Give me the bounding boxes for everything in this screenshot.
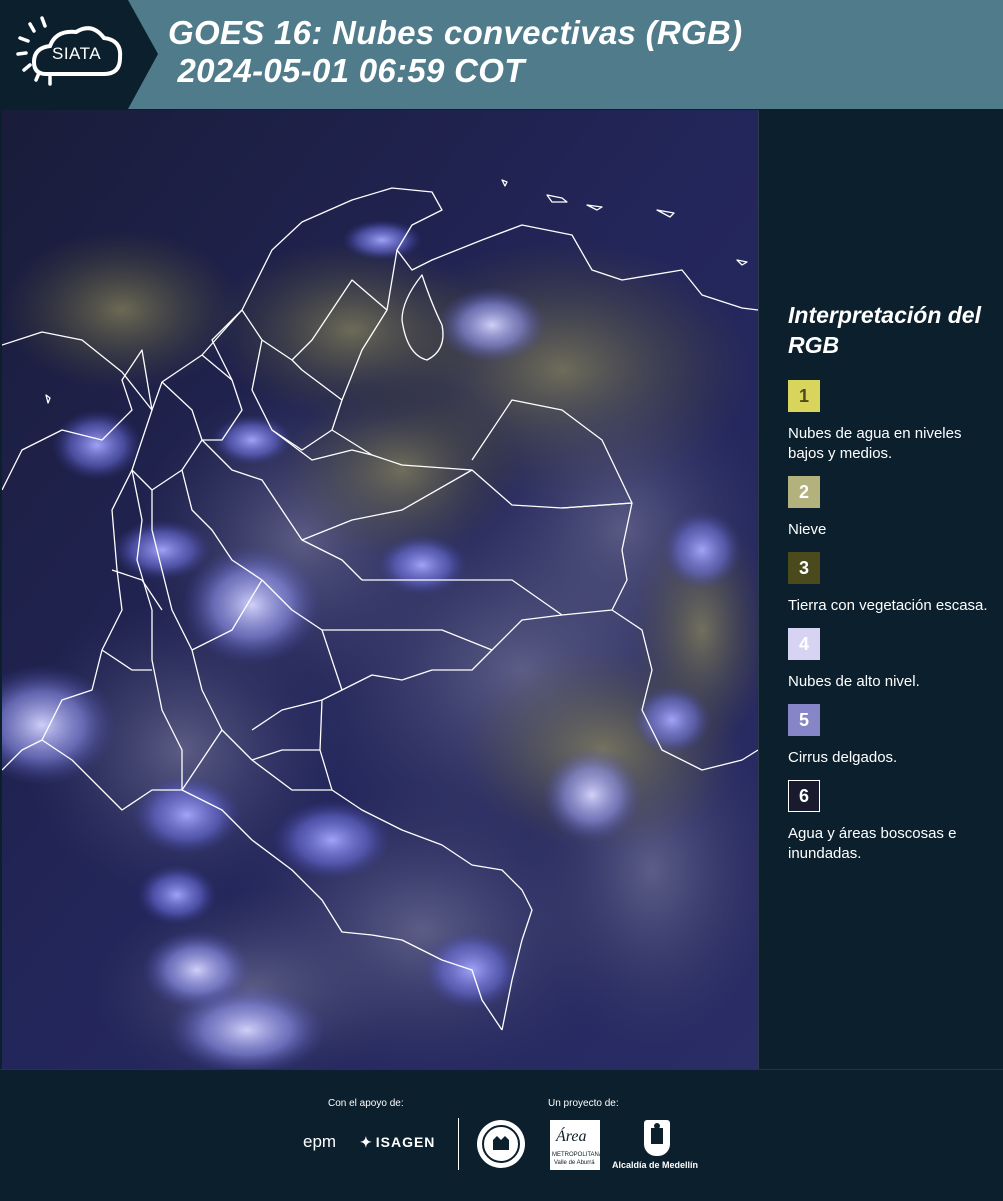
siata-logo[interactable]: SIATA: [0, 0, 158, 109]
legend-label: Agua y áreas boscosas e inundadas.: [788, 825, 957, 862]
cloud-cover: [2, 230, 758, 1069]
project-caption: Un proyecto de:: [548, 1098, 619, 1109]
alcaldia-shield-icon[interactable]: [644, 1120, 670, 1156]
page-title: GOES 16: Nubes convectivas (RGB) 2024-05…: [168, 14, 742, 90]
isagen-logo[interactable]: ✦ ISAGEN: [360, 1134, 435, 1151]
legend-label: Nubes de alto nivel.: [788, 673, 920, 690]
area-logo-sub: METROPOLITANA: [552, 1152, 603, 1158]
header-bar: SIATA GOES 16: Nubes convectivas (RGB) 2…: [0, 0, 1003, 109]
legend-item: 2 Nieve: [788, 476, 993, 540]
legend-swatch: 6: [788, 780, 820, 812]
rgb-legend: Interpretación del RGB 1 Nubes de agua e…: [788, 300, 993, 876]
satellite-map[interactable]: [2, 110, 759, 1069]
footer: Con el apoyo de: Un proyecto de: epm ✦ IS…: [0, 1069, 1003, 1201]
isagen-star-icon: ✦: [360, 1134, 373, 1150]
legend-item: 6 Agua y áreas boscosas e inundadas.: [788, 780, 993, 864]
legend-item: 3 Tierra con vegetación escasa.: [788, 552, 993, 616]
support-caption: Con el apoyo de:: [328, 1098, 404, 1109]
area-logo-sub2: Valle de Aburrá: [554, 1160, 595, 1166]
epm-logo-text: epm: [303, 1132, 337, 1151]
epm-logo[interactable]: epm: [303, 1132, 336, 1152]
legend-label: Cirrus delgados.: [788, 749, 898, 766]
legend-item: 4 Nubes de alto nivel.: [788, 628, 993, 692]
legend-label: Tierra con vegetación escasa.: [788, 597, 988, 614]
legend-item: 5 Cirrus delgados.: [788, 704, 993, 768]
legend-item: 1 Nubes de agua en niveles bajos y medio…: [788, 380, 993, 464]
legend-swatch: 4: [788, 628, 820, 660]
legend-swatch: 5: [788, 704, 820, 736]
legend-label: Nieve: [788, 521, 827, 538]
footer-divider: [458, 1118, 459, 1170]
legend-label: Nubes de agua en niveles bajos y medios.: [788, 425, 962, 462]
logo-text: SIATA: [52, 44, 102, 63]
title-line-2: 2024-05-01 06:59 COT: [168, 52, 525, 89]
legend-swatch: 1: [788, 380, 820, 412]
area-logo-title: Área: [556, 1128, 587, 1145]
title-line-1: GOES 16: Nubes convectivas (RGB): [168, 14, 743, 51]
legend-swatch: 2: [788, 476, 820, 508]
medellin-seal-icon[interactable]: [477, 1120, 525, 1168]
isagen-logo-text: ISAGEN: [375, 1134, 436, 1150]
legend-items: 1 Nubes de agua en niveles bajos y medio…: [788, 380, 993, 864]
legend-title: Interpretación del RGB: [788, 302, 981, 358]
area-metropolitana-logo[interactable]: Área METROPOLITANA Valle de Aburrá: [550, 1120, 603, 1170]
alcaldia-text: Alcaldía de Medellín: [612, 1160, 699, 1170]
legend-swatch: 3: [788, 552, 820, 584]
